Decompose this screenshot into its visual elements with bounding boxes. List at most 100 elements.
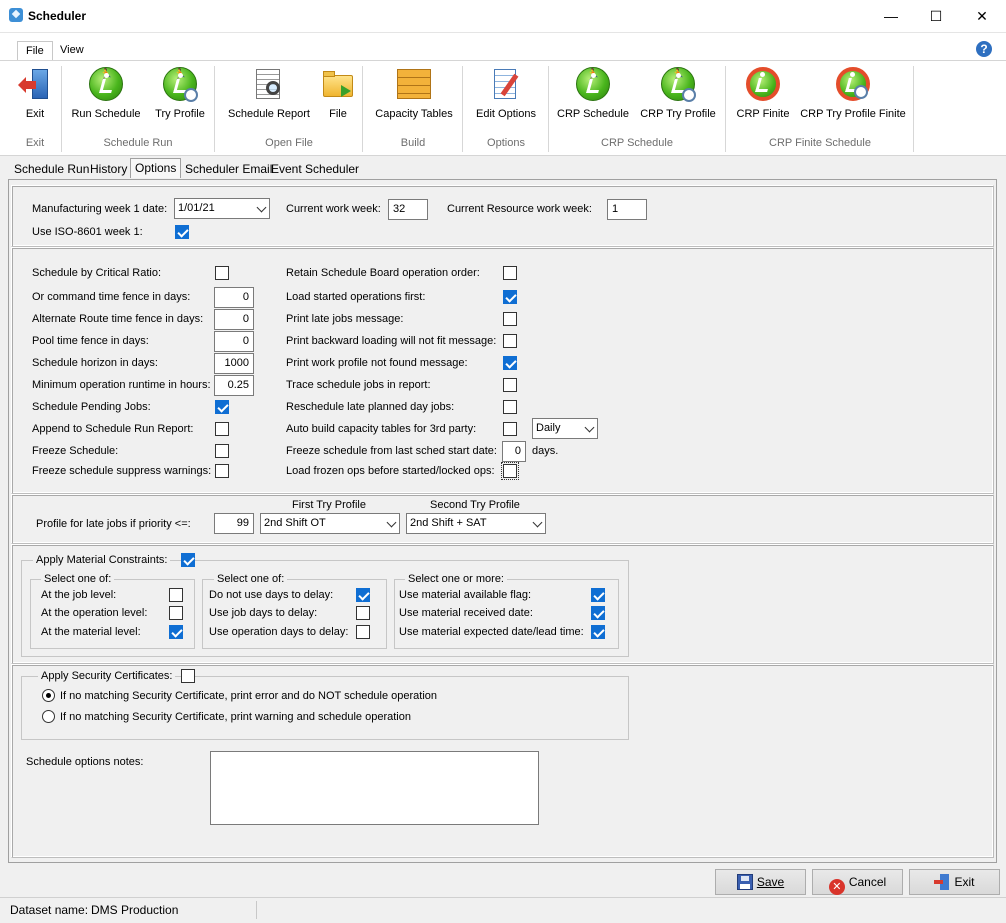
exit-ribbon-button[interactable]: Exit [12,64,58,126]
security-warning-radio[interactable] [42,710,55,723]
available-flag-checkbox[interactable] [591,588,605,602]
material-constraints-checkbox[interactable] [181,553,195,567]
horizon-input[interactable]: 1000 [214,353,254,374]
material-level-checkbox[interactable] [169,625,183,639]
capacity-tables-button[interactable]: Capacity Tables [370,64,458,126]
trace-jobs-label: Trace schedule jobs in report: [286,379,431,391]
auto-build-frequency-value: Daily [536,422,561,434]
late-priority-input[interactable]: 99 [214,513,254,534]
security-error-radio[interactable] [42,689,55,702]
crp-schedule-button[interactable]: CRP Schedule [554,64,632,126]
schedule-report-button[interactable]: Schedule Report [222,64,316,126]
runner-finite-icon [746,67,780,101]
file-open-button[interactable]: File [318,64,358,126]
min-runtime-input[interactable]: 0.25 [214,375,254,396]
alt-fence-label: Alternate Route time fence in days: [32,313,204,325]
app-icon [9,8,23,22]
load-frozen-checkbox[interactable] [501,462,519,480]
job-days-delay-checkbox[interactable] [356,606,370,620]
pending-jobs-checkbox[interactable] [215,400,229,414]
print-late-checkbox[interactable] [503,312,517,326]
print-profile-label: Print work profile not found message: [286,357,468,369]
job-days-delay-label: Use job days to delay: [209,607,318,619]
critical-ratio-checkbox[interactable] [215,266,229,280]
runner-icon [576,67,610,101]
crp-finite-button[interactable]: CRP Finite [732,64,794,126]
close-button[interactable]: ✕ [959,0,1005,32]
reschedule-late-checkbox[interactable] [503,400,517,414]
auto-build-checkbox[interactable] [503,422,517,436]
schedule-report-label: Schedule Report [228,108,310,120]
current-week-input[interactable]: 32 [388,199,428,220]
maximize-button[interactable]: ☐ [913,0,959,32]
try-profile-button[interactable]: Try Profile [150,64,210,126]
chevron-down-icon [256,202,267,213]
expected-date-checkbox[interactable] [591,625,605,639]
minimize-button[interactable]: — [868,0,914,32]
freeze-schedule-checkbox[interactable] [215,444,229,458]
folder-icon [321,67,355,101]
crp-try-profile-finite-button[interactable]: CRP Try Profile Finite [798,64,908,126]
second-try-profile-select[interactable]: 2nd Shift + SAT [406,513,546,534]
operation-level-label: At the operation level: [41,607,148,619]
security-certificates-checkbox[interactable] [181,669,195,683]
security-warning-label: If no matching Security Certificate, pri… [60,711,411,723]
operation-days-delay-checkbox[interactable] [356,625,370,639]
or-fence-input[interactable]: 0 [214,287,254,308]
alt-fence-input[interactable]: 0 [214,309,254,330]
load-started-checkbox[interactable] [503,290,517,304]
min-runtime-label: Minimum operation runtime in hours: [32,379,211,391]
exit-button[interactable]: Exit [909,869,1000,895]
freeze-suppress-checkbox[interactable] [215,464,229,478]
save-button[interactable]: Save [715,869,806,895]
try-profile-label: Try Profile [155,108,205,120]
load-started-label: Load started operations first: [286,291,426,303]
tab-history[interactable]: History [86,160,131,179]
job-level-checkbox[interactable] [169,588,183,602]
notes-textarea[interactable] [210,751,539,825]
freeze-schedule-label: Freeze Schedule: [32,445,119,457]
menu-view[interactable]: View [52,41,92,61]
operation-level-checkbox[interactable] [169,606,183,620]
pending-jobs-label: Schedule Pending Jobs: [32,401,151,413]
pool-fence-input[interactable]: 0 [214,331,254,352]
tab-schedule-run[interactable]: Schedule Run [10,160,93,179]
load-frozen-label: Load frozen ops before started/locked op… [286,465,495,477]
second-try-profile-label: Second Try Profile [430,499,520,511]
append-report-checkbox[interactable] [215,422,229,436]
expected-date-label: Use material expected date/lead time: [399,626,584,638]
tab-options[interactable]: Options [130,158,182,178]
trace-jobs-checkbox[interactable] [503,378,517,392]
crp-finite-label: CRP Finite [736,108,790,120]
freeze-from-days-input[interactable]: 0 [502,441,526,462]
ribbon-separator [362,66,363,152]
no-delay-checkbox[interactable] [356,588,370,602]
notes-label: Schedule options notes: [26,756,144,768]
first-try-profile-select[interactable]: 2nd Shift OT [260,513,400,534]
crp-schedule-label: CRP Schedule [557,108,629,120]
append-report-label: Append to Schedule Run Report: [32,423,194,435]
print-profile-checkbox[interactable] [503,356,517,370]
or-fence-label: Or command time fence in days: [32,291,191,303]
freeze-suppress-label: Freeze schedule suppress warnings: [32,465,212,477]
menu-file[interactable]: File [17,41,53,61]
tab-scheduler-email[interactable]: Scheduler Email [181,160,276,179]
retain-order-label: Retain Schedule Board operation order: [286,267,480,279]
mfg-week-date-picker[interactable]: 1/01/21 [174,198,270,219]
retain-order-checkbox[interactable] [503,266,517,280]
resource-week-input[interactable]: 1 [607,199,647,220]
cancel-button[interactable]: ✕ Cancel [812,869,903,895]
run-schedule-button[interactable]: Run Schedule [66,64,146,126]
security-group [21,676,629,740]
received-date-label: Use material received date: [399,607,533,619]
help-icon[interactable]: ? [976,41,992,57]
no-delay-label: Do not use days to delay: [209,589,334,601]
auto-build-frequency-select[interactable]: Daily [532,418,598,439]
tab-event-scheduler[interactable]: Event Scheduler [267,160,363,179]
edit-options-button[interactable]: Edit Options [470,64,542,126]
mfg-week-label: Manufacturing week 1 date: [32,203,168,215]
iso-week-checkbox[interactable] [175,225,189,239]
print-backward-checkbox[interactable] [503,334,517,348]
received-date-checkbox[interactable] [591,606,605,620]
crp-try-profile-button[interactable]: CRP Try Profile [636,64,720,126]
